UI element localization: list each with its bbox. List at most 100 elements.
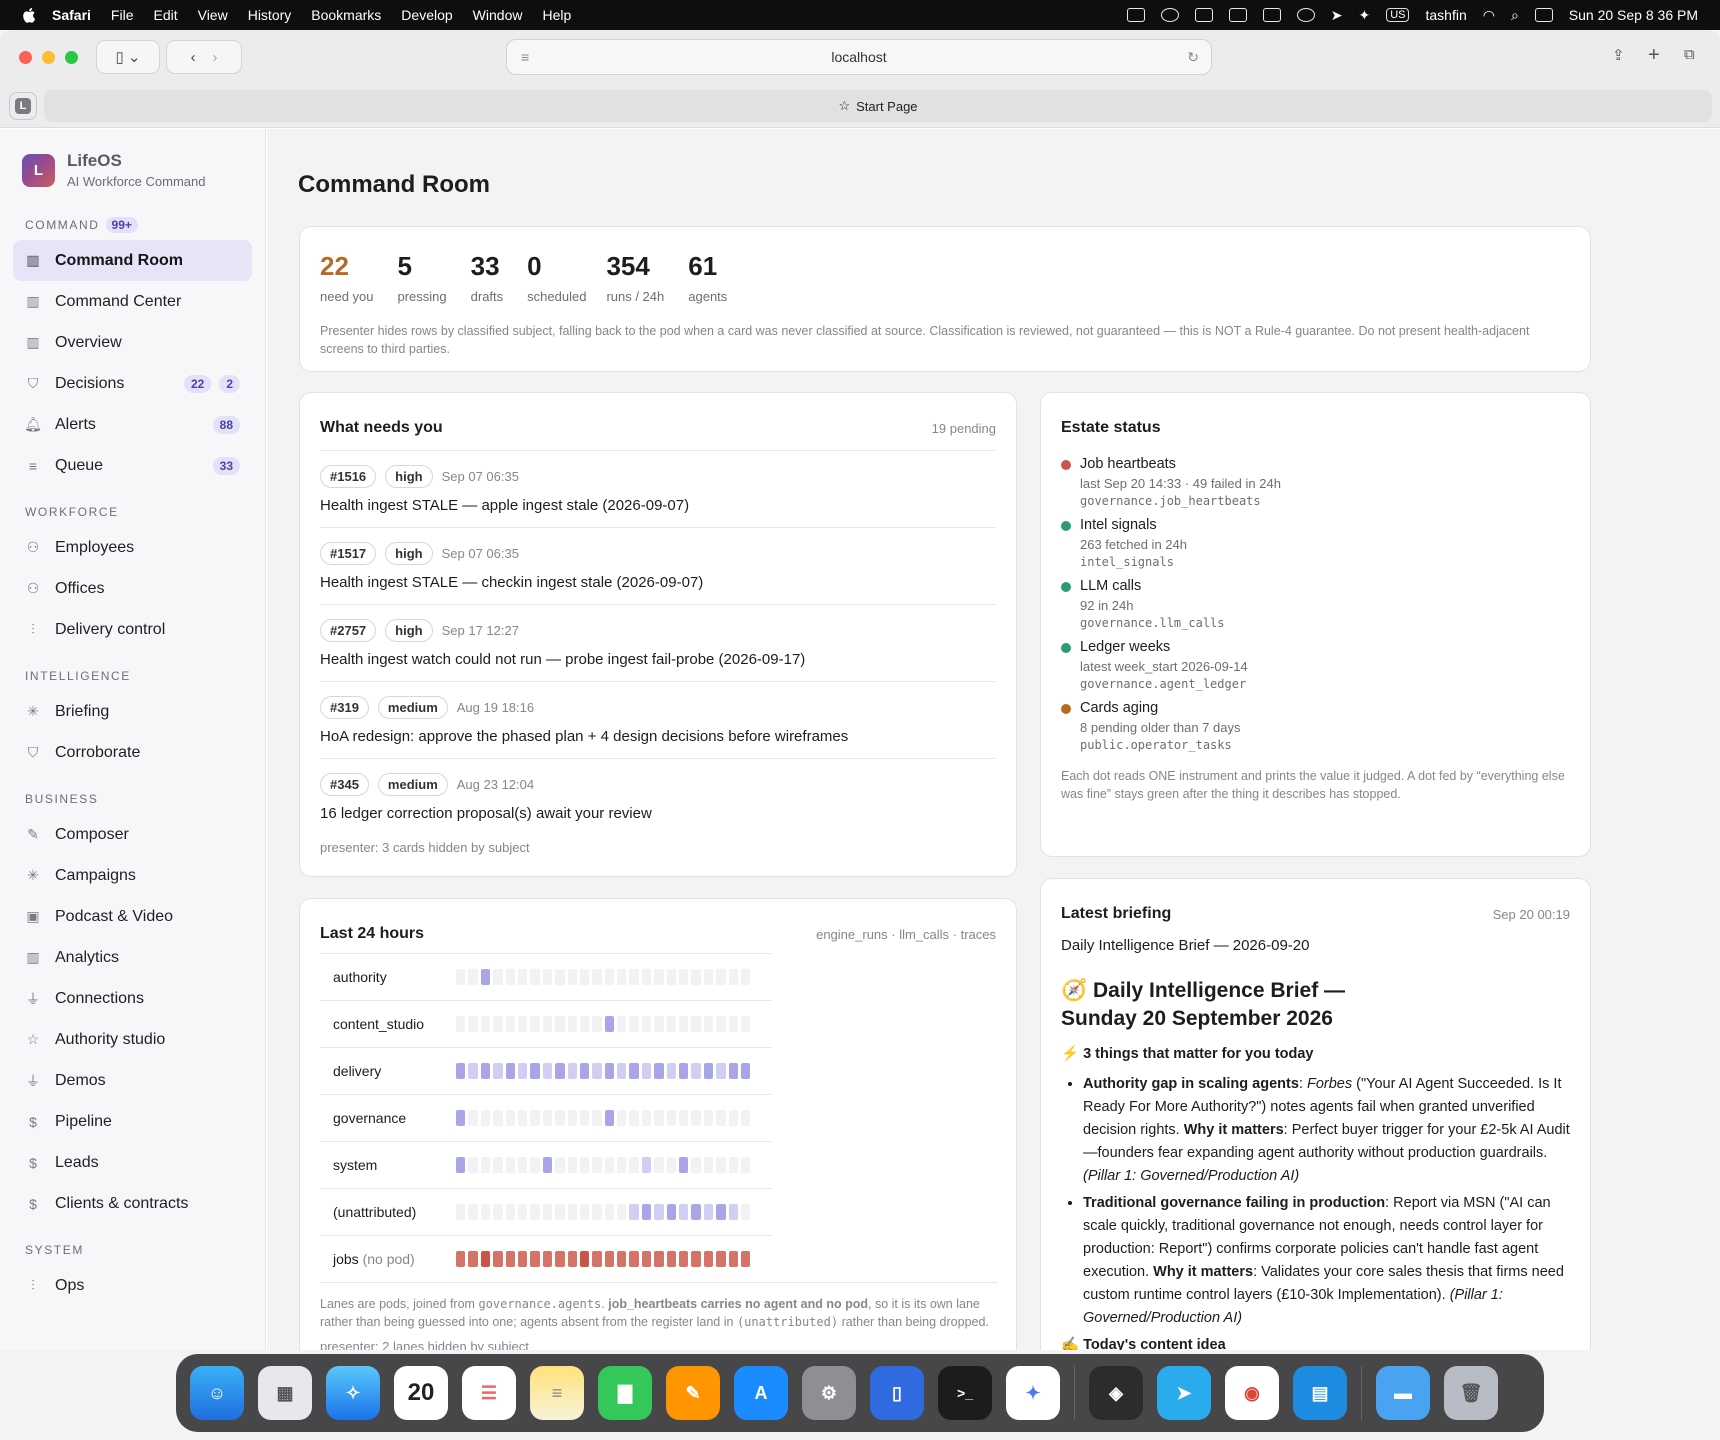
sidebar-toggle-button[interactable]: ▯ ⌄	[96, 40, 160, 74]
activity-cell[interactable]	[604, 1110, 615, 1126]
notes-icon[interactable]: ≡	[530, 1366, 584, 1420]
nav-clients-contracts[interactable]: $ Clients & contracts	[13, 1183, 252, 1224]
activity-cell[interactable]	[728, 1063, 738, 1079]
activity-cell[interactable]	[468, 1110, 478, 1126]
activity-cell[interactable]	[468, 1251, 478, 1267]
activity-cell[interactable]	[641, 1204, 652, 1220]
activity-cell[interactable]	[517, 1204, 528, 1220]
pages-icon[interactable]: ✎	[666, 1366, 720, 1420]
activity-cell[interactable]	[679, 1251, 689, 1267]
activity-cell[interactable]	[604, 969, 615, 985]
activity-cell[interactable]	[493, 969, 503, 985]
trash-icon[interactable]: 🗑︎	[1444, 1366, 1498, 1420]
activity-cell[interactable]	[629, 1204, 639, 1220]
activity-cell[interactable]	[555, 1204, 565, 1220]
activity-cell[interactable]	[456, 969, 466, 985]
activity-cell[interactable]	[579, 1016, 590, 1032]
activity-cell[interactable]	[641, 1063, 652, 1079]
activity-cell[interactable]	[654, 1110, 664, 1126]
activity-cell[interactable]	[716, 1157, 726, 1173]
activity-cell[interactable]	[517, 969, 528, 985]
activity-cell[interactable]	[456, 1251, 466, 1267]
activity-cell[interactable]	[629, 969, 639, 985]
activity-cell[interactable]	[542, 1251, 553, 1267]
minimize-window-button[interactable]	[42, 50, 55, 64]
finder-icon[interactable]: ☺	[190, 1366, 244, 1420]
menu-datetime[interactable]: Sun 20 Sep 8 36 PM	[1569, 7, 1698, 23]
activity-cell[interactable]	[493, 1016, 503, 1032]
activity-cell[interactable]	[716, 1016, 726, 1032]
status-icon[interactable]	[1160, 8, 1179, 22]
activity-cell[interactable]	[592, 1063, 602, 1079]
menu-develop[interactable]: Develop	[401, 7, 452, 23]
activity-cell[interactable]	[579, 1251, 590, 1267]
activity-cell[interactable]	[555, 1157, 565, 1173]
activity-cell[interactable]	[505, 969, 515, 985]
lane-row[interactable]: jobs (no pod)	[320, 1235, 772, 1282]
list-item[interactable]: #345 medium Aug 23 12:04 16 ledger correct…	[320, 759, 996, 836]
grid-icon[interactable]	[1262, 8, 1281, 22]
activity-cell[interactable]	[740, 969, 751, 985]
activity-cell[interactable]	[456, 1204, 466, 1220]
wifi-icon[interactable]: ◠	[1483, 7, 1495, 24]
activity-cell[interactable]	[703, 1063, 714, 1079]
activity-cell[interactable]	[542, 1204, 553, 1220]
activity-cell[interactable]	[703, 969, 714, 985]
tab-start-page[interactable]: ☆ Start Page	[44, 90, 1712, 122]
activity-cell[interactable]	[456, 1110, 466, 1126]
activity-cell[interactable]	[505, 1016, 515, 1032]
activity-cell[interactable]	[592, 969, 602, 985]
activity-cell[interactable]	[530, 1016, 540, 1032]
share-icon[interactable]: ⇪	[1612, 46, 1625, 64]
system-settings-icon[interactable]: ⚙	[802, 1366, 856, 1420]
nav-delivery-control[interactable]: ⫶ Delivery control	[13, 609, 252, 650]
activity-cell[interactable]	[679, 969, 689, 985]
reader-icon[interactable]	[1126, 8, 1145, 22]
bug-icon[interactable]	[1228, 8, 1247, 22]
activity-cell[interactable]	[555, 1063, 565, 1079]
activity-cell[interactable]	[617, 1204, 627, 1220]
activity-cell[interactable]	[530, 1063, 540, 1079]
back-forward-buttons[interactable]: ‹ ›	[166, 40, 242, 74]
activity-cell[interactable]	[617, 1251, 627, 1267]
activity-cell[interactable]	[480, 1251, 491, 1267]
tab-group-icon[interactable]: L	[9, 92, 37, 120]
nav-overview[interactable]: ▥ Overview	[13, 322, 252, 363]
activity-cell[interactable]	[666, 969, 677, 985]
activity-cell[interactable]	[505, 1110, 515, 1126]
send-icon[interactable]: ➤	[1331, 7, 1343, 24]
activity-cell[interactable]	[666, 1110, 677, 1126]
activity-cell[interactable]	[542, 969, 553, 985]
activity-cell[interactable]	[641, 1251, 652, 1267]
activity-cell[interactable]	[480, 1157, 491, 1173]
activity-cell[interactable]	[542, 1110, 553, 1126]
activity-cell[interactable]	[703, 1016, 714, 1032]
activity-cell[interactable]	[456, 1063, 466, 1079]
activity-cell[interactable]	[456, 1016, 466, 1032]
activity-cell[interactable]	[740, 1016, 751, 1032]
activity-cell[interactable]	[728, 1204, 738, 1220]
activity-cell[interactable]	[530, 1157, 540, 1173]
menu-file[interactable]: File	[111, 7, 134, 23]
activity-cell[interactable]	[517, 1016, 528, 1032]
activity-cell[interactable]	[555, 1251, 565, 1267]
menu-help[interactable]: Help	[542, 7, 571, 23]
url-text[interactable]: localhost	[831, 49, 886, 65]
activity-cell[interactable]	[604, 1016, 615, 1032]
activity-cell[interactable]	[517, 1063, 528, 1079]
activity-cell[interactable]	[567, 1063, 577, 1079]
activity-cell[interactable]	[604, 1063, 615, 1079]
activity-cell[interactable]	[542, 1157, 553, 1173]
lane-row[interactable]: authority	[320, 953, 772, 1000]
activity-cell[interactable]	[592, 1251, 602, 1267]
activity-cell[interactable]	[691, 969, 701, 985]
activity-cell[interactable]	[505, 1063, 515, 1079]
apple-icon[interactable]	[20, 6, 38, 24]
activity-cell[interactable]	[679, 1016, 689, 1032]
numbers-icon[interactable]: ▇	[598, 1366, 652, 1420]
activity-cell[interactable]	[480, 1110, 491, 1126]
activity-cell[interactable]	[468, 1157, 478, 1173]
nav-analytics[interactable]: ▥ Analytics	[13, 937, 252, 978]
telegram-icon[interactable]: ➤	[1157, 1366, 1211, 1420]
chrome-icon[interactable]: ◉	[1225, 1366, 1279, 1420]
